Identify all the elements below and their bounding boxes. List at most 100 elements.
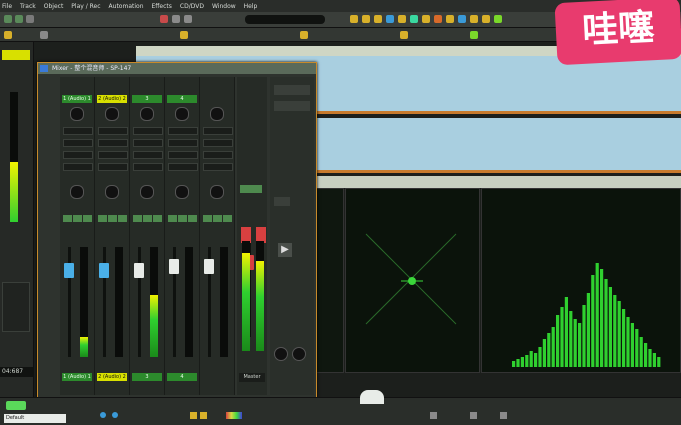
- insert-slot[interactable]: [168, 127, 198, 135]
- insert-slot[interactable]: [168, 151, 198, 159]
- mute-solo-button[interactable]: [153, 215, 162, 222]
- channel-fader[interactable]: [99, 263, 109, 278]
- side-button[interactable]: [274, 85, 310, 95]
- mute-solo-button[interactable]: [223, 215, 232, 222]
- save-icon[interactable]: [26, 15, 34, 23]
- channel-name[interactable]: 1 (Audio) 1: [62, 95, 92, 103]
- tool-icon[interactable]: [386, 15, 394, 23]
- insert-slot[interactable]: [63, 127, 93, 135]
- record-icon[interactable]: [160, 15, 168, 23]
- insert-slot[interactable]: [168, 139, 198, 147]
- channel-bottom-name[interactable]: 2 (Audio) 2: [97, 373, 127, 381]
- insert-slot[interactable]: [63, 139, 93, 147]
- undo-icon[interactable]: [172, 15, 180, 23]
- play-button[interactable]: [6, 401, 26, 410]
- menu-file[interactable]: File: [2, 3, 12, 10]
- insert-slot[interactable]: [133, 163, 163, 171]
- mute-solo-button[interactable]: [133, 215, 142, 222]
- insert-slot[interactable]: [63, 163, 93, 171]
- tool-icon[interactable]: [434, 15, 442, 23]
- insert-slot[interactable]: [98, 127, 128, 135]
- snap-icon[interactable]: [190, 412, 197, 419]
- insert-slot[interactable]: [203, 151, 233, 159]
- gain-knob[interactable]: [105, 107, 119, 121]
- channel-name[interactable]: 4: [167, 95, 197, 103]
- menu-window[interactable]: Window: [212, 3, 236, 10]
- channel-bottom-name[interactable]: 4: [167, 373, 197, 381]
- marker-icon[interactable]: [180, 31, 188, 39]
- mute-solo-button[interactable]: [143, 215, 152, 222]
- insert-slot[interactable]: [63, 151, 93, 159]
- scroll-knob[interactable]: [360, 390, 384, 404]
- channel-fader[interactable]: [134, 263, 144, 278]
- menu-effects[interactable]: Effects: [152, 3, 172, 10]
- mute-solo-button[interactable]: [63, 215, 72, 222]
- zoom-icon[interactable]: [100, 412, 106, 418]
- master-mute-button[interactable]: [240, 185, 262, 193]
- redo-icon[interactable]: [184, 15, 192, 23]
- gain-knob[interactable]: [175, 107, 189, 121]
- pan-knob[interactable]: [274, 347, 288, 361]
- open-icon[interactable]: [15, 15, 23, 23]
- menu-play-rec[interactable]: Play / Rec: [71, 3, 100, 10]
- mute-solo-button[interactable]: [178, 215, 187, 222]
- insert-slot[interactable]: [203, 163, 233, 171]
- tool-icon[interactable]: [40, 31, 48, 39]
- tool-icon[interactable]: [470, 15, 478, 23]
- insert-slot[interactable]: [133, 151, 163, 159]
- gain-knob[interactable]: [210, 107, 224, 121]
- nav-icon[interactable]: [500, 412, 507, 419]
- channel-name[interactable]: 2 (Audio) 2: [97, 95, 127, 103]
- menu-track[interactable]: Track: [20, 3, 36, 10]
- tool-icon[interactable]: [494, 15, 502, 23]
- mute-solo-button[interactable]: [213, 215, 222, 222]
- track-controls[interactable]: [2, 282, 30, 332]
- mute-solo-button[interactable]: [168, 215, 177, 222]
- tool-icon[interactable]: [362, 15, 370, 23]
- tool-icon[interactable]: [300, 31, 308, 39]
- tool-icon[interactable]: [446, 15, 454, 23]
- tool-icon[interactable]: [482, 15, 490, 23]
- nav-icon[interactable]: [430, 412, 437, 419]
- mute-solo-button[interactable]: [73, 215, 82, 222]
- gain-knob[interactable]: [175, 185, 189, 199]
- tool-icon[interactable]: [400, 31, 408, 39]
- tool-icon[interactable]: [350, 15, 358, 23]
- gain-knob[interactable]: [105, 185, 119, 199]
- gain-knob[interactable]: [70, 185, 84, 199]
- mute-solo-button[interactable]: [118, 215, 127, 222]
- side-button[interactable]: [274, 101, 310, 111]
- new-icon[interactable]: [4, 15, 12, 23]
- color-icon[interactable]: [226, 412, 242, 419]
- nav-icon[interactable]: [470, 412, 477, 419]
- channel-name[interactable]: 3: [132, 95, 162, 103]
- tool-icon[interactable]: [398, 15, 406, 23]
- channel-fader[interactable]: [64, 263, 74, 278]
- tool-icon[interactable]: [410, 15, 418, 23]
- tool-icon[interactable]: [458, 15, 466, 23]
- gain-knob[interactable]: [140, 107, 154, 121]
- channel-bottom-name[interactable]: 3: [132, 373, 162, 381]
- channel-bottom-name[interactable]: 1 (Audio) 1: [62, 373, 92, 381]
- channel-fader[interactable]: [204, 259, 214, 274]
- side-button[interactable]: [274, 197, 290, 206]
- mute-solo-button[interactable]: [188, 215, 197, 222]
- insert-slot[interactable]: [203, 127, 233, 135]
- menu-help[interactable]: Help: [244, 3, 258, 10]
- channel-fader[interactable]: [169, 259, 179, 274]
- pan-knob[interactable]: [292, 347, 306, 361]
- mute-solo-button[interactable]: [108, 215, 117, 222]
- insert-slot[interactable]: [133, 127, 163, 135]
- menu-automation[interactable]: Automation: [109, 3, 144, 10]
- tool-icon[interactable]: [422, 15, 430, 23]
- gain-knob[interactable]: [210, 185, 224, 199]
- preset-select[interactable]: Default: [4, 414, 66, 423]
- insert-slot[interactable]: [98, 163, 128, 171]
- tool-icon[interactable]: [4, 31, 12, 39]
- insert-slot[interactable]: [133, 139, 163, 147]
- menu-object[interactable]: Object: [44, 3, 64, 10]
- mute-solo-button[interactable]: [98, 215, 107, 222]
- insert-slot[interactable]: [168, 163, 198, 171]
- mute-solo-button[interactable]: [83, 215, 92, 222]
- insert-slot[interactable]: [203, 139, 233, 147]
